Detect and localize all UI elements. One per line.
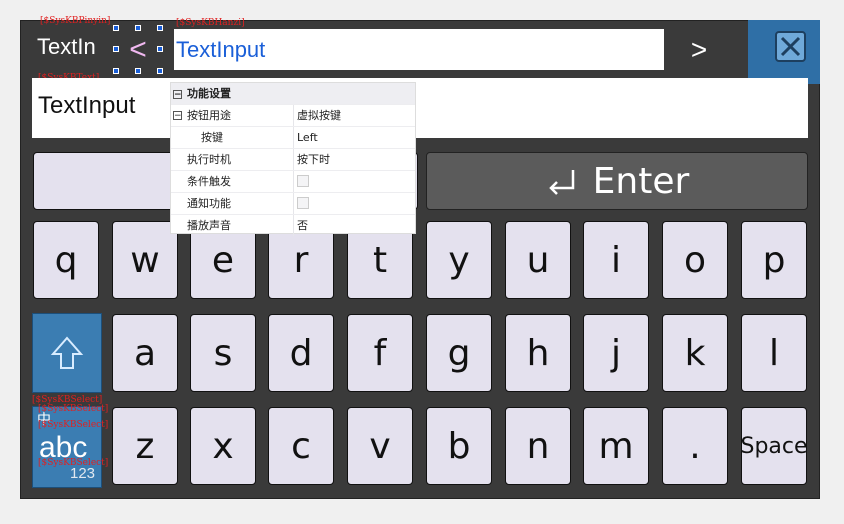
property-divider xyxy=(293,215,294,236)
key-g[interactable]: g xyxy=(426,314,492,392)
key-u[interactable]: u xyxy=(505,221,571,299)
property-row[interactable]: 通知功能 xyxy=(171,192,415,214)
sysvar-hanzi-caption: [$SysKBHanzi] xyxy=(176,18,245,28)
key-a[interactable]: a xyxy=(112,314,178,392)
property-name: 按键 xyxy=(201,127,223,148)
selection-handle xyxy=(113,68,119,74)
key-s[interactable]: s xyxy=(190,314,256,392)
property-name: 播放声音 xyxy=(187,215,231,236)
selection-handle xyxy=(113,46,119,52)
next-candidate-button[interactable]: > xyxy=(672,28,726,72)
property-row[interactable]: 按键 Left xyxy=(171,126,415,148)
property-value[interactable]: 虚拟按键 xyxy=(297,105,341,126)
property-divider xyxy=(293,127,294,148)
hanzi-candidate-field[interactable]: TextInput xyxy=(174,29,664,70)
property-checkbox[interactable] xyxy=(297,175,309,187)
return-arrow-icon xyxy=(545,164,579,198)
property-name: 条件触发 xyxy=(187,171,231,192)
key-m[interactable]: m xyxy=(583,407,649,485)
key-q[interactable]: q xyxy=(33,221,99,299)
close-x-icon[interactable] xyxy=(775,31,806,62)
key-i[interactable]: i xyxy=(583,221,649,299)
key-l[interactable]: l xyxy=(741,314,807,392)
pinyin-textin-label: TextIn xyxy=(37,34,96,60)
key-v[interactable]: v xyxy=(347,407,413,485)
key-x[interactable]: x xyxy=(190,407,256,485)
property-section-header[interactable]: −功能设置 xyxy=(171,83,415,104)
selection-handle xyxy=(135,68,141,74)
property-name: 通知功能 xyxy=(187,193,231,214)
property-divider xyxy=(293,105,294,126)
enter-label: Enter xyxy=(593,161,690,202)
property-panel: −功能设置 − 按钮用途 虚拟按键 按键 Left 执行时机 按下时 条件触发 … xyxy=(170,82,416,234)
property-row[interactable]: 执行时机 按下时 xyxy=(171,148,415,170)
property-value[interactable]: 否 xyxy=(297,215,308,236)
property-divider xyxy=(293,171,294,192)
selection-handle xyxy=(157,25,163,31)
shift-arrow-icon xyxy=(33,314,101,392)
enter-button[interactable]: Enter xyxy=(426,152,808,210)
selection-handle xyxy=(135,25,141,31)
selection-handle xyxy=(157,68,163,74)
key-w[interactable]: w xyxy=(112,221,178,299)
key-j[interactable]: j xyxy=(583,314,649,392)
prev-candidate-button[interactable]: < xyxy=(116,28,160,72)
selection-handle xyxy=(157,46,163,52)
property-row[interactable]: 条件触发 xyxy=(171,170,415,192)
key-p[interactable]: p xyxy=(741,221,807,299)
sysvar-select-caption: [$SysKBSelect] xyxy=(38,458,108,468)
property-value[interactable]: Left xyxy=(297,127,318,148)
period-key[interactable]: . xyxy=(662,407,728,485)
space-key[interactable]: Space xyxy=(741,407,807,485)
text-input-field[interactable]: TextInput xyxy=(32,78,808,138)
property-name: 按钮用途 xyxy=(187,105,231,126)
key-b[interactable]: b xyxy=(426,407,492,485)
key-o[interactable]: o xyxy=(662,221,728,299)
property-divider xyxy=(293,193,294,214)
property-row[interactable]: − 按钮用途 虚拟按键 xyxy=(171,104,415,126)
key-f[interactable]: f xyxy=(347,314,413,392)
collapse-toggle-icon[interactable]: − xyxy=(173,90,182,99)
sysvar-select-caption: [$SysKBSelect] xyxy=(38,420,108,430)
selection-handle xyxy=(113,25,119,31)
property-value[interactable]: 按下时 xyxy=(297,149,330,170)
property-divider xyxy=(293,149,294,170)
sysvar-pinyin-caption: [$SysKBPinyin] xyxy=(40,16,110,26)
collapse-toggle-icon[interactable]: − xyxy=(173,111,182,120)
key-h[interactable]: h xyxy=(505,314,571,392)
shift-key[interactable] xyxy=(32,313,102,393)
property-checkbox[interactable] xyxy=(297,197,309,209)
abc-123-toggle-key[interactable]: 中 abc 123 xyxy=(32,406,102,488)
property-name: 执行时机 xyxy=(187,149,231,170)
key-d[interactable]: d xyxy=(268,314,334,392)
key-z[interactable]: z xyxy=(112,407,178,485)
key-y[interactable]: y xyxy=(426,221,492,299)
key-c[interactable]: c xyxy=(268,407,334,485)
sysvar-select-caption: [$SysKBSelect] xyxy=(38,404,108,414)
property-section-title: 功能设置 xyxy=(187,87,231,100)
key-n[interactable]: n xyxy=(505,407,571,485)
key-k[interactable]: k xyxy=(662,314,728,392)
property-row[interactable]: 播放声音 否 xyxy=(171,214,415,236)
